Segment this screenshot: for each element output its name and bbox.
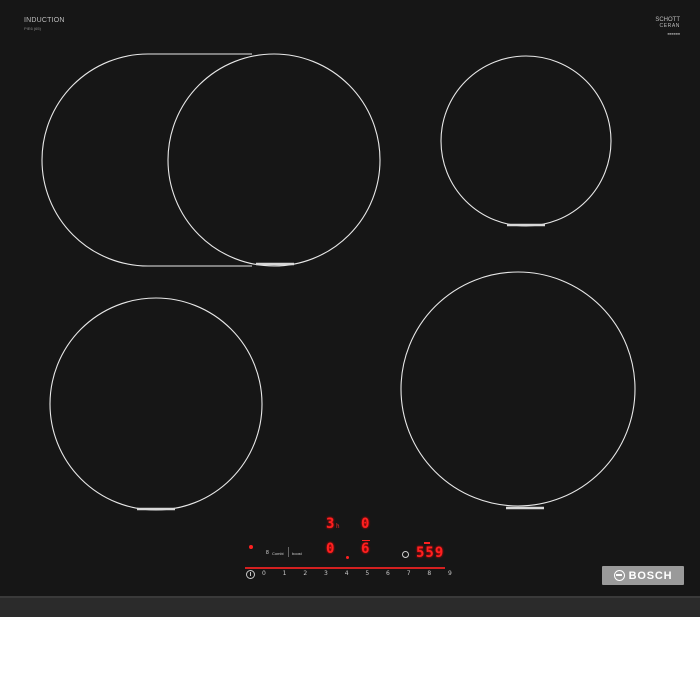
front-right-zone: [400, 271, 636, 507]
brand-plate: BOSCH: [602, 566, 684, 585]
brand-logo-text: BOSCH: [628, 569, 673, 582]
zone-select-dot: [346, 556, 349, 559]
slider-step[interactable]: 2: [303, 571, 307, 583]
button-divider: [288, 547, 289, 557]
front-left-zone: [49, 297, 263, 511]
flex-zone-outline: [41, 53, 252, 267]
slider-step[interactable]: 8: [427, 571, 431, 583]
slider-step[interactable]: 0: [262, 571, 266, 583]
timer-icon[interactable]: [402, 551, 409, 558]
slider-step[interactable]: 7: [407, 571, 411, 583]
power-icon[interactable]: [246, 570, 255, 579]
combi-icon[interactable]: 8: [266, 551, 269, 556]
zone-selected-mark: [362, 540, 370, 541]
slider-step[interactable]: 3: [324, 571, 328, 583]
cooktop-glass: INDUCTION PIE6 (65) SCHOTT CERAN ■■■■■■ …: [0, 0, 700, 617]
rear-right-zone: [440, 55, 612, 227]
slider-step[interactable]: 9: [448, 571, 452, 583]
slider-step[interactable]: 5: [365, 571, 369, 583]
timer-indicator-mark: [424, 542, 430, 544]
zone-display-front-right: 6: [361, 541, 370, 557]
boost-button[interactable]: boost: [292, 552, 302, 556]
cooking-zones: [41, 53, 636, 511]
residual-heat-indicator: h: [336, 523, 340, 530]
timer-display: 559: [416, 545, 445, 561]
combi-button[interactable]: Combi: [272, 552, 284, 556]
bosch-logo-icon: [613, 570, 625, 581]
slider-step[interactable]: 1: [283, 571, 287, 583]
power-slider-scale[interactable]: 0 1 2 3 4 5 6 7 8 9: [262, 571, 452, 583]
zone-display-rear-left: 3: [326, 516, 335, 532]
wifi-icon[interactable]: [249, 545, 253, 549]
zone-display-rear-right: 0: [361, 516, 370, 532]
rear-middle-zone: [167, 53, 381, 267]
slider-step[interactable]: 6: [386, 571, 390, 583]
power-slider-track[interactable]: [245, 567, 445, 569]
front-frame: [0, 598, 700, 617]
zone-display-front-left: 0: [326, 541, 335, 557]
slider-step[interactable]: 4: [345, 571, 349, 583]
